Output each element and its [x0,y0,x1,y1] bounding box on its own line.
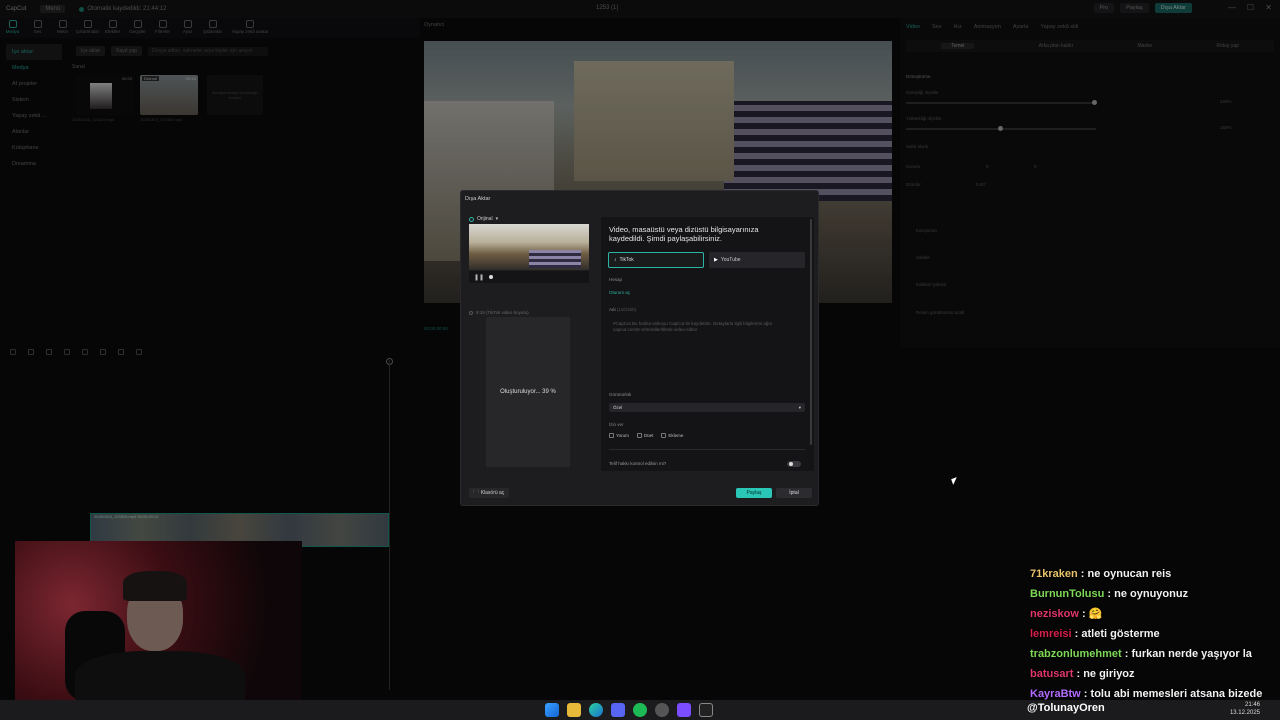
chat-overlay: 71kraken : ne oynucan reis BurnunTolusu … [1030,564,1280,704]
tiktok-label: TikTok [619,257,634,263]
folder-icon: 🗀 [473,489,479,495]
share-button[interactable]: Paylaş [736,488,772,498]
radio-icon [469,310,473,315]
name-label-group: Adı (110/150) [609,307,636,312]
original-selector[interactable]: Orijinal ▾ [469,216,498,222]
chat-message: 71kraken : ne oynucan reis [1030,568,1172,580]
preview-person [529,250,581,268]
stitch-label: Ekleme [668,433,684,438]
chat-text: ne oynuyonuz [1114,588,1189,600]
chevron-down-icon: ▾ [495,216,499,222]
share-panel: Video, masaüstü veya dizüstü bilgisayarı… [601,217,814,471]
chat-text: tolu abi memesleri atsana bizede [1090,688,1263,700]
share-scrollbar[interactable] [810,219,812,445]
export-dialog: Dışa Aktar Orijinal ▾ ❚❚ 9:16 (TikTok vi… [460,190,819,506]
stitch-checkbox[interactable]: Ekleme [661,433,683,438]
tiktok-size-label: 9:16 (TikTok video boyutu) [476,310,529,315]
duet-checkbox[interactable]: Düet [636,433,654,438]
chevron-down-icon: ▾ [798,404,801,410]
clock-date: 13.12.2025 [1229,710,1260,716]
pause-icon[interactable]: ❚❚ [474,274,484,281]
export-preview [469,224,589,270]
open-folder-button[interactable]: 🗀 Klasörü aç [469,488,509,498]
chat-user: trabzonlumehmet [1030,648,1122,660]
dialog-title: Dışa Aktar [465,196,491,202]
name-counter: (110/150) [617,307,636,312]
tiktok-icon: ♪ [614,257,617,263]
system-clock[interactable]: 21:46 13.12.2025 [1230,701,1260,717]
chat-message: neziskow : 🤗 [1030,608,1103,620]
checkbox-icon [661,433,667,438]
chat-user: BurnunTolusu [1030,588,1105,600]
cancel-button[interactable]: İptal [776,488,812,498]
checkbox-icon [636,433,642,438]
chrome-icon[interactable] [655,703,669,717]
permission-checks: Yorum Düet Ekleme [609,433,683,438]
copyright-label: Telif hakkı kontrol edilsin mi? [609,461,667,466]
duet-label: Düet [643,433,654,438]
clock-time: 21:46 [1244,702,1260,708]
visibility-value: Özel [613,405,623,410]
permission-label: İzin ver [609,422,624,427]
edge-icon[interactable] [589,703,603,717]
chat-text: 🤗 [1088,608,1103,620]
chat-text: ne oynucan reis [1087,568,1172,580]
chat-message: batusart : ne giriyoz [1030,668,1135,680]
open-folder-label: Klasörü aç [480,490,505,496]
generating-progress: Oluşturuluyor... 39 % [486,317,570,467]
share-headline: Video, masaüstü veya dizüstü bilgisayarı… [609,225,759,243]
caption-input[interactable]: #CapCut Bu harika videoyu CapCut ile kay… [609,321,805,357]
account-label: Hesap [609,277,623,282]
tiktok-tab[interactable]: ♪ TikTok [608,252,704,268]
discord-icon[interactable] [611,703,625,717]
obs-icon[interactable] [677,703,691,717]
divider [609,449,805,450]
comment-label: Yorum [616,433,629,438]
chat-user: lemreisi [1030,628,1072,640]
chat-user: neziskow [1030,608,1079,620]
chat-user: KayraBtw [1030,688,1081,700]
original-label: Orijinal [477,216,493,222]
chat-text: furkan nerde yaşıyor la [1131,648,1252,660]
windows-icon[interactable] [545,703,559,717]
chat-user: 71kraken [1030,568,1078,580]
youtube-tab[interactable]: ▶ YouTube [709,252,805,268]
chat-text: atleti gösterme [1081,628,1160,640]
radio-icon [469,216,474,222]
youtube-icon: ▶ [714,257,718,263]
capcut-icon[interactable] [699,703,713,717]
visibility-label: Görünürlük [609,392,632,397]
scrubber-knob[interactable] [489,275,494,279]
spotify-icon[interactable] [633,703,647,717]
streamer-handle: @TolunayOren [1027,702,1105,714]
chat-message: trabzonlumehmet : furkan nerde yaşıyor l… [1030,648,1252,660]
chat-text: ne giriyoz [1083,668,1135,680]
youtube-label: YouTube [720,257,741,263]
chat-user: batusart [1030,668,1074,680]
comment-checkbox[interactable]: Yorum [609,433,629,438]
chat-message: BurnunTolusu : ne oynuyonuz [1030,588,1189,600]
file-explorer-icon[interactable] [567,703,581,717]
preview-controls: ❚❚ [469,271,589,283]
chat-message: lemreisi : atleti gösterme [1030,628,1160,640]
checkbox-icon [609,433,614,438]
name-label: Adı [609,307,616,312]
login-link[interactable]: Oturum aç [609,290,630,295]
copyright-toggle[interactable] [787,461,801,467]
taskbar-icons [545,703,713,717]
tiktok-size-option[interactable]: 9:16 (TikTok video boyutu) [469,310,529,315]
visibility-select[interactable]: Özel ▾ [609,403,805,412]
